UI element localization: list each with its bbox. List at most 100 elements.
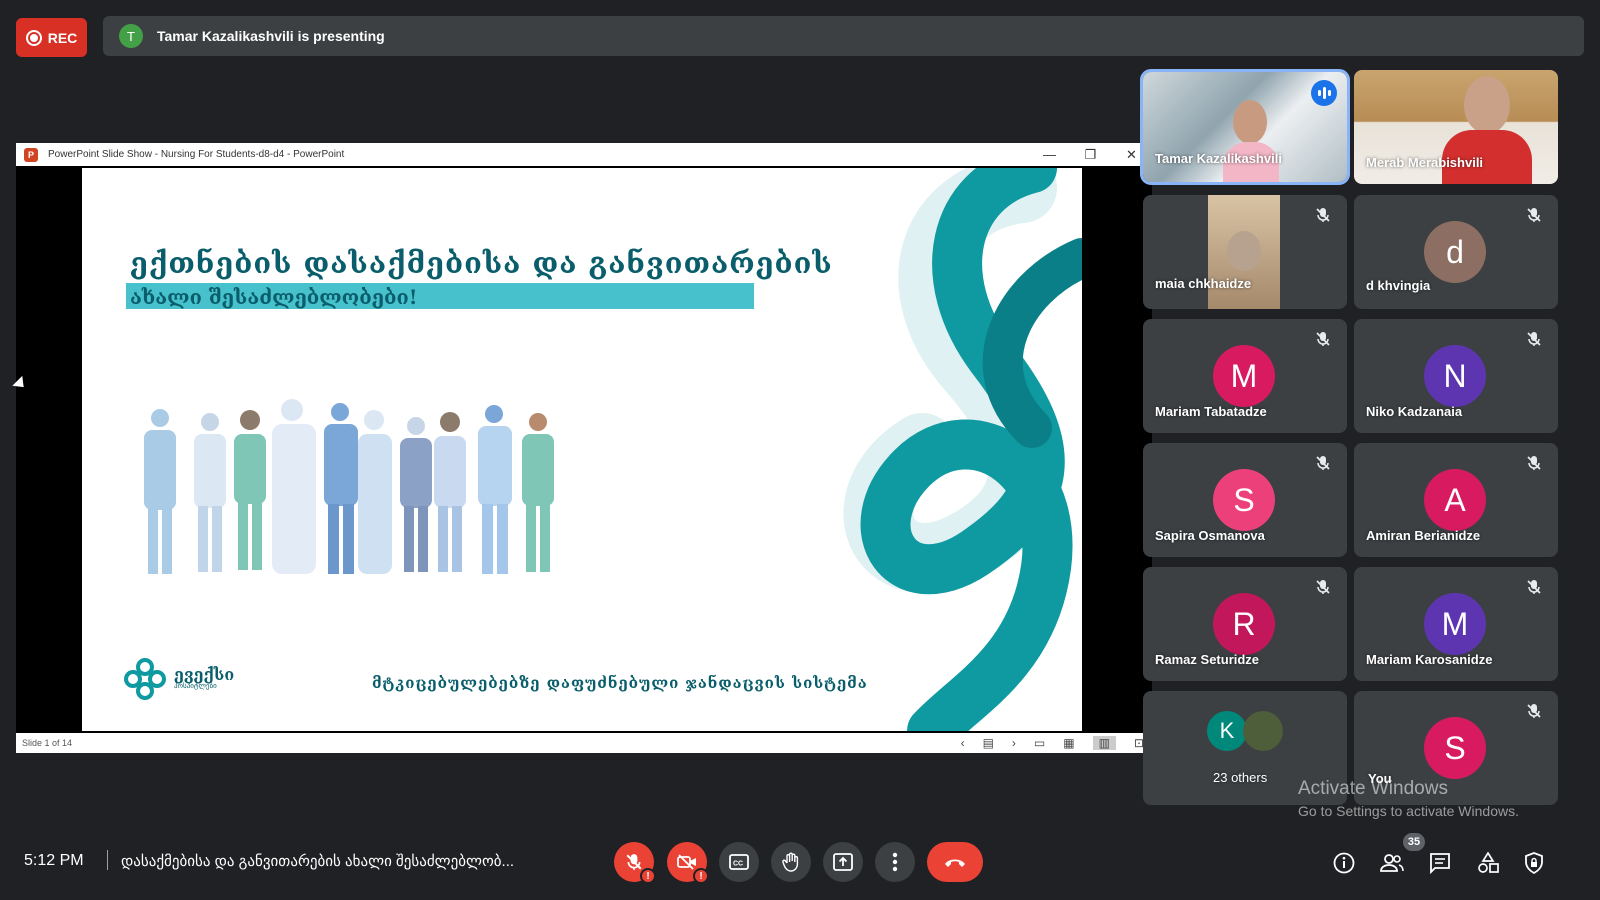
- participant-tile[interactable]: S Sapira Osmanova: [1143, 443, 1347, 557]
- participant-video-face: [1464, 76, 1510, 134]
- activities-shapes-icon: [1478, 852, 1499, 873]
- prev-slide-icon[interactable]: ‹: [961, 736, 965, 750]
- people-count-badge: 35: [1403, 833, 1425, 851]
- participant-name: maia chkhaidze: [1155, 276, 1252, 291]
- reading-view-icon[interactable]: ▥: [1092, 736, 1116, 750]
- leave-call-button[interactable]: [927, 842, 983, 882]
- participant-name: Tamar Kazalikashvili: [1155, 151, 1282, 166]
- shield-lock-icon: [1525, 852, 1543, 874]
- participant-tile[interactable]: M Mariam Karosanidze: [1354, 567, 1558, 681]
- mic-toggle-button[interactable]: !: [614, 842, 656, 884]
- presenting-text: Tamar Kazalikashvili is presenting: [157, 28, 385, 44]
- participant-tile[interactable]: N Niko Kadzanaia: [1354, 319, 1558, 433]
- participant-tile[interactable]: d d khvingia: [1354, 195, 1558, 309]
- participant-name: d khvingia: [1366, 278, 1431, 293]
- record-icon: [25, 29, 42, 46]
- clock: 5:12 PM: [24, 852, 84, 869]
- present-button[interactable]: [823, 842, 863, 882]
- participant-name: Mariam Tabatadze: [1155, 404, 1267, 419]
- mic-off-icon: [1316, 580, 1330, 594]
- minimize-icon[interactable]: —: [1029, 143, 1070, 166]
- participant-video-face: [1233, 100, 1267, 144]
- others-avatar: K: [1207, 711, 1247, 751]
- participant-avatar: d: [1424, 221, 1486, 283]
- captions-button[interactable]: CC: [719, 842, 759, 882]
- hand-icon: [782, 852, 799, 872]
- participant-name: Mariam Karosanidze: [1366, 652, 1493, 667]
- participant-name: Niko Kadzanaia: [1366, 404, 1463, 419]
- powerpoint-icon: P: [24, 147, 38, 162]
- participant-name: Amiran Berianidze: [1366, 528, 1481, 543]
- healthcare-workers-illustration: [144, 399, 554, 574]
- mic-off-icon: [1527, 208, 1541, 222]
- alert-icon: !: [640, 868, 656, 884]
- camera-toggle-button[interactable]: !: [667, 842, 709, 884]
- more-options-button[interactable]: [875, 842, 915, 882]
- participant-avatar: S: [1213, 469, 1275, 531]
- presentation-window: P PowerPoint Slide Show - Nursing For St…: [16, 143, 1152, 753]
- notes-icon[interactable]: ▤: [983, 736, 994, 750]
- ppt-window-title: PowerPoint Slide Show - Nursing For Stud…: [48, 149, 345, 160]
- host-controls-button[interactable]: [1521, 850, 1547, 876]
- more-vert-icon: [892, 852, 898, 872]
- mic-off-icon: [1527, 332, 1541, 346]
- info-icon: [1333, 852, 1355, 874]
- people-button[interactable]: [1379, 850, 1405, 876]
- others-count: 23 others: [1213, 770, 1268, 785]
- presenter-avatar: T: [119, 24, 143, 48]
- recording-label: REC: [47, 29, 78, 46]
- present-screen-icon: [833, 853, 853, 871]
- participant-tile[interactable]: Merab Merabishvili: [1354, 70, 1558, 184]
- hang-up-icon: [945, 859, 965, 867]
- svg-text:CC: CC: [733, 861, 743, 868]
- speaking-indicator-icon: [1311, 80, 1337, 106]
- divider: [107, 850, 108, 870]
- participant-avatar: R: [1213, 593, 1275, 655]
- mic-off-icon: [1316, 456, 1330, 470]
- participant-name: Sapira Osmanova: [1155, 528, 1265, 543]
- mic-off-icon: [1527, 580, 1541, 594]
- people-icon: [1380, 854, 1404, 872]
- slide-counter: Slide 1 of 14: [22, 738, 73, 748]
- ppt-titlebar: P PowerPoint Slide Show - Nursing For St…: [16, 143, 1152, 166]
- brand-name: ევექსი: [174, 665, 235, 684]
- participant-tile[interactable]: Tamar Kazalikashvili: [1140, 69, 1350, 185]
- mic-off-icon: [626, 854, 642, 870]
- presenting-banner: T Tamar Kazalikashvili is presenting: [103, 16, 1584, 56]
- camera-off-icon: [677, 854, 696, 870]
- participant-avatar: M: [1424, 593, 1486, 655]
- mic-off-icon: [1527, 704, 1541, 718]
- chat-icon: [1430, 853, 1450, 874]
- participant-avatar: S: [1424, 717, 1486, 779]
- sorter-view-icon[interactable]: ▦: [1063, 736, 1074, 750]
- alert-icon: !: [693, 868, 709, 884]
- slide: ექთნების დასაქმებისა და განვითარების ახა…: [82, 168, 1082, 731]
- decorative-knot-graphic: [843, 168, 1082, 731]
- mic-off-icon: [1527, 456, 1541, 470]
- activate-windows-watermark: Activate Windows: [1298, 778, 1448, 799]
- raise-hand-button[interactable]: [771, 842, 811, 882]
- activate-windows-hint: Go to Settings to activate Windows.: [1298, 803, 1519, 819]
- next-slide-icon[interactable]: ›: [1012, 736, 1016, 750]
- participant-tile[interactable]: R Ramaz Seturidze: [1143, 567, 1347, 681]
- participant-avatar: N: [1424, 345, 1486, 407]
- participant-tile[interactable]: maia chkhaidze: [1143, 195, 1347, 309]
- mic-off-icon: [1316, 332, 1330, 346]
- evex-logo-icon: [124, 658, 166, 700]
- participant-avatar: M: [1213, 345, 1275, 407]
- ppt-statusbar: Slide 1 of 14 ‹ ▤ › ▭ ▦ ▥ ⊡: [16, 733, 1152, 753]
- restore-icon[interactable]: ❐: [1070, 143, 1111, 166]
- meeting-details-button[interactable]: [1331, 850, 1357, 876]
- participant-video-face: [1227, 231, 1261, 271]
- slide-title: ექთნების დასაქმებისა და განვითარების: [130, 246, 833, 280]
- participant-name: Merab Merabishvili: [1366, 155, 1484, 170]
- participant-tile[interactable]: A Amiran Berianidze: [1354, 443, 1558, 557]
- participant-avatar: A: [1424, 469, 1486, 531]
- captions-icon: CC: [729, 854, 749, 870]
- activities-button[interactable]: [1475, 850, 1501, 876]
- participant-tile[interactable]: M Mariam Tabatadze: [1143, 319, 1347, 433]
- meeting-title: დასაქმებისა და განვითარების ახალი შესაძლ…: [121, 853, 515, 870]
- participant-name: Ramaz Seturidze: [1155, 652, 1260, 667]
- normal-view-icon[interactable]: ▭: [1034, 736, 1045, 750]
- chat-button[interactable]: [1427, 850, 1453, 876]
